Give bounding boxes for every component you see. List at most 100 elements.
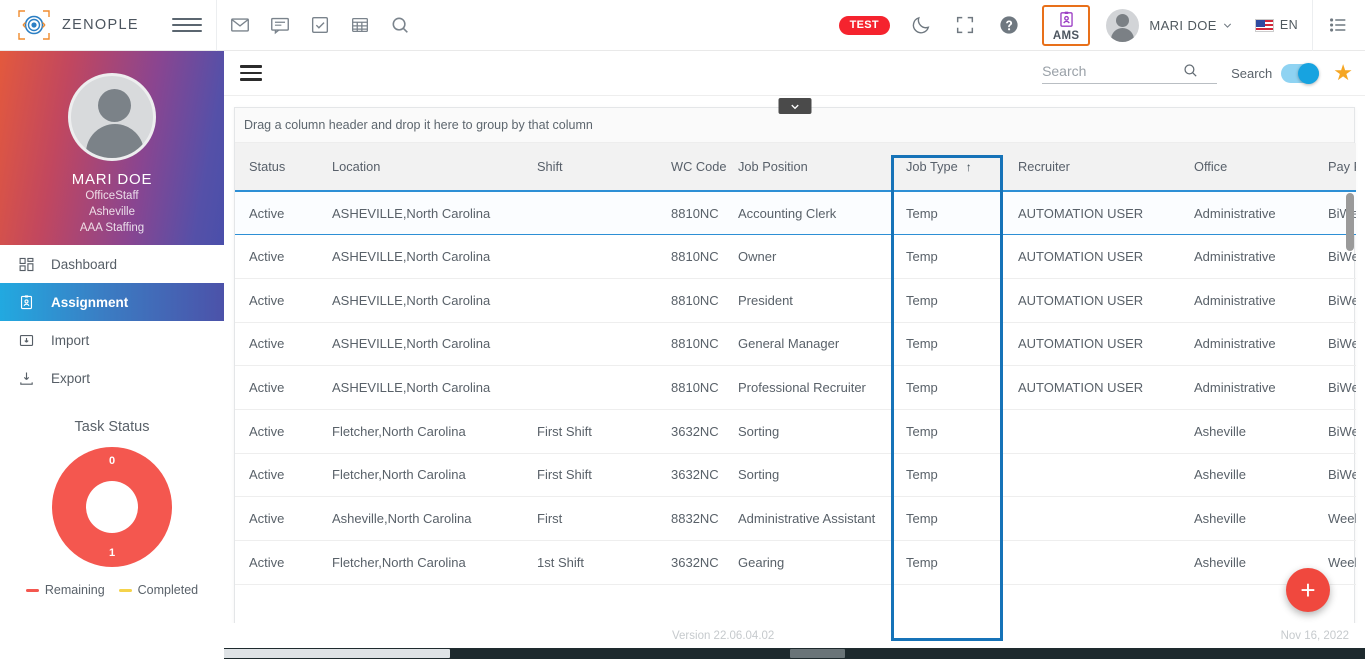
header-divider bbox=[216, 0, 217, 51]
search-input[interactable] bbox=[1042, 62, 1183, 79]
grid-vertical-scrollbar[interactable] bbox=[1346, 193, 1354, 627]
cell-location: ASHEVILLE,North Carolina bbox=[318, 234, 523, 279]
column-header-pay-period[interactable]: Pay Period bbox=[1314, 143, 1356, 192]
ams-module-button[interactable]: AMS bbox=[1041, 4, 1091, 46]
cell-location: ASHEVILLE,North Carolina bbox=[318, 278, 523, 323]
search-toggle-switch[interactable] bbox=[1281, 62, 1320, 84]
user-name-label[interactable]: MARI DOE bbox=[1149, 18, 1216, 33]
id-badge-icon bbox=[1059, 11, 1073, 27]
table-row[interactable]: Active ASHEVILLE,North Carolina 8810NC P… bbox=[235, 365, 1356, 410]
cell-job-position: Administrative Assistant bbox=[724, 496, 892, 541]
column-header-shift[interactable]: Shift bbox=[523, 143, 657, 192]
table-row[interactable]: Active ASHEVILLE,North Carolina 8810NC A… bbox=[235, 191, 1356, 236]
cell-office: Asheville bbox=[1180, 453, 1314, 498]
sidebar-item-dashboard[interactable]: Dashboard bbox=[0, 245, 224, 283]
task-status-title: Task Status bbox=[74, 419, 150, 435]
task-check-icon[interactable] bbox=[309, 14, 331, 36]
fullscreen-icon[interactable] bbox=[954, 14, 976, 36]
table-row[interactable]: Active ASHEVILLE,North Carolina 8810NC O… bbox=[235, 234, 1356, 279]
table-row[interactable]: Active ASHEVILLE,North Carolina 8810NC G… bbox=[235, 322, 1356, 367]
cell-office: Administrative bbox=[1180, 278, 1314, 323]
table-row[interactable]: Active Fletcher,North Carolina First Shi… bbox=[235, 409, 1356, 454]
help-icon[interactable] bbox=[998, 14, 1020, 36]
add-assignment-button[interactable]: + bbox=[1286, 568, 1330, 612]
main-content: Search ★ Drag a column header and drop i… bbox=[224, 51, 1365, 659]
table-row[interactable]: Active Fletcher,North Carolina First Shi… bbox=[235, 453, 1356, 498]
search-icon[interactable] bbox=[389, 14, 411, 36]
sort-ascending-icon: ↑ bbox=[965, 160, 972, 174]
assignment-grid-card: Drag a column header and drop it here to… bbox=[234, 98, 1356, 659]
legend-remaining[interactable]: Remaining bbox=[25, 583, 105, 597]
chevron-down-icon[interactable] bbox=[1222, 20, 1233, 31]
search-toggle-label: Search bbox=[1231, 65, 1273, 81]
cell-status: Active bbox=[235, 365, 318, 410]
cell-wc-code: 8810NC bbox=[657, 322, 724, 367]
table-row[interactable]: Active Asheville,North Carolina First 88… bbox=[235, 496, 1356, 541]
cell-job-type: Temp bbox=[892, 322, 1004, 367]
toggle-knob bbox=[1298, 62, 1320, 84]
cell-recruiter bbox=[1004, 496, 1180, 541]
legend-label-completed: Completed bbox=[137, 583, 199, 597]
hamburger-line bbox=[172, 30, 202, 32]
cell-location: Asheville,North Carolina bbox=[318, 496, 523, 541]
collapse-panel-button[interactable] bbox=[778, 98, 811, 114]
column-header-wc-code[interactable]: WC Code bbox=[657, 143, 726, 192]
legend-swatch-completed bbox=[118, 589, 132, 593]
cell-location: ASHEVILLE,North Carolina bbox=[318, 322, 523, 367]
content-toolbar: Search ★ bbox=[224, 51, 1365, 96]
column-header-location[interactable]: Location bbox=[318, 143, 523, 192]
cell-job-position: General Manager bbox=[724, 322, 892, 367]
language-label[interactable]: EN bbox=[1280, 18, 1298, 32]
avatar-body bbox=[86, 124, 144, 158]
ams-label: AMS bbox=[1052, 29, 1080, 42]
table-row[interactable]: Active ASHEVILLE,North Carolina 8810NC P… bbox=[235, 278, 1356, 323]
profile-avatar[interactable] bbox=[68, 73, 156, 161]
cell-job-position: Sorting bbox=[724, 409, 892, 454]
sidebar-item-import[interactable]: Import bbox=[0, 321, 224, 359]
cell-recruiter: AUTOMATION USER bbox=[1004, 191, 1180, 236]
cell-recruiter: AUTOMATION USER bbox=[1004, 365, 1180, 410]
sidebar-item-export[interactable]: Export bbox=[0, 359, 224, 397]
header-divider-right bbox=[1312, 0, 1313, 51]
scrollbar-thumb[interactable] bbox=[1346, 193, 1354, 251]
brand-area[interactable]: ZENOPLE bbox=[0, 7, 172, 43]
scrollbar-thumb-secondary[interactable] bbox=[790, 649, 845, 658]
search-icon[interactable] bbox=[1182, 62, 1199, 79]
cell-status: Active bbox=[235, 453, 318, 498]
cell-shift bbox=[523, 278, 657, 323]
hamburger-line bbox=[240, 78, 262, 81]
grid-menu-button[interactable] bbox=[240, 65, 262, 81]
cell-office: Asheville bbox=[1180, 496, 1314, 541]
cell-office: Administrative bbox=[1180, 322, 1314, 367]
cell-wc-code: 3632NC bbox=[657, 540, 724, 585]
legend-completed[interactable]: Completed bbox=[118, 583, 199, 597]
table-row[interactable]: Active Fletcher,North Carolina 1st Shift… bbox=[235, 540, 1356, 585]
list-icon[interactable] bbox=[1327, 14, 1349, 36]
column-header-office[interactable]: Office bbox=[1180, 143, 1314, 192]
cell-location: Fletcher,North Carolina bbox=[318, 453, 523, 498]
column-header-status[interactable]: Status bbox=[235, 143, 318, 192]
cell-recruiter bbox=[1004, 540, 1180, 585]
avatar[interactable] bbox=[1106, 8, 1140, 42]
sidebar-item-assignment[interactable]: Assignment bbox=[0, 283, 224, 321]
cell-job-position: Gearing bbox=[724, 540, 892, 585]
star-icon[interactable]: ★ bbox=[1333, 62, 1353, 84]
cell-shift bbox=[523, 322, 657, 367]
grid-table-icon[interactable] bbox=[349, 14, 371, 36]
column-header-job-type[interactable]: Job Type ↑ bbox=[892, 143, 1004, 192]
us-flag-icon bbox=[1254, 18, 1274, 32]
mail-icon[interactable] bbox=[229, 14, 251, 36]
chat-icon[interactable] bbox=[269, 14, 291, 36]
top-header-bar: ZENOPLE TEST AMS MARI DOE EN bbox=[0, 0, 1365, 51]
top-quick-icons bbox=[229, 14, 411, 36]
test-environment-badge: TEST bbox=[838, 15, 890, 35]
cell-status: Active bbox=[235, 496, 318, 541]
sidebar-toggle-button[interactable] bbox=[172, 18, 202, 32]
column-header-job-position[interactable]: Job Position bbox=[724, 143, 892, 192]
cell-wc-code: 3632NC bbox=[657, 453, 724, 498]
table-header: Status Location Shift WC Code Job Positi… bbox=[235, 143, 1356, 192]
cell-job-position: Owner bbox=[724, 234, 892, 279]
table-body: Active ASHEVILLE,North Carolina 8810NC A… bbox=[235, 191, 1356, 585]
moon-icon[interactable] bbox=[910, 14, 932, 36]
column-header-recruiter[interactable]: Recruiter bbox=[1004, 143, 1180, 192]
